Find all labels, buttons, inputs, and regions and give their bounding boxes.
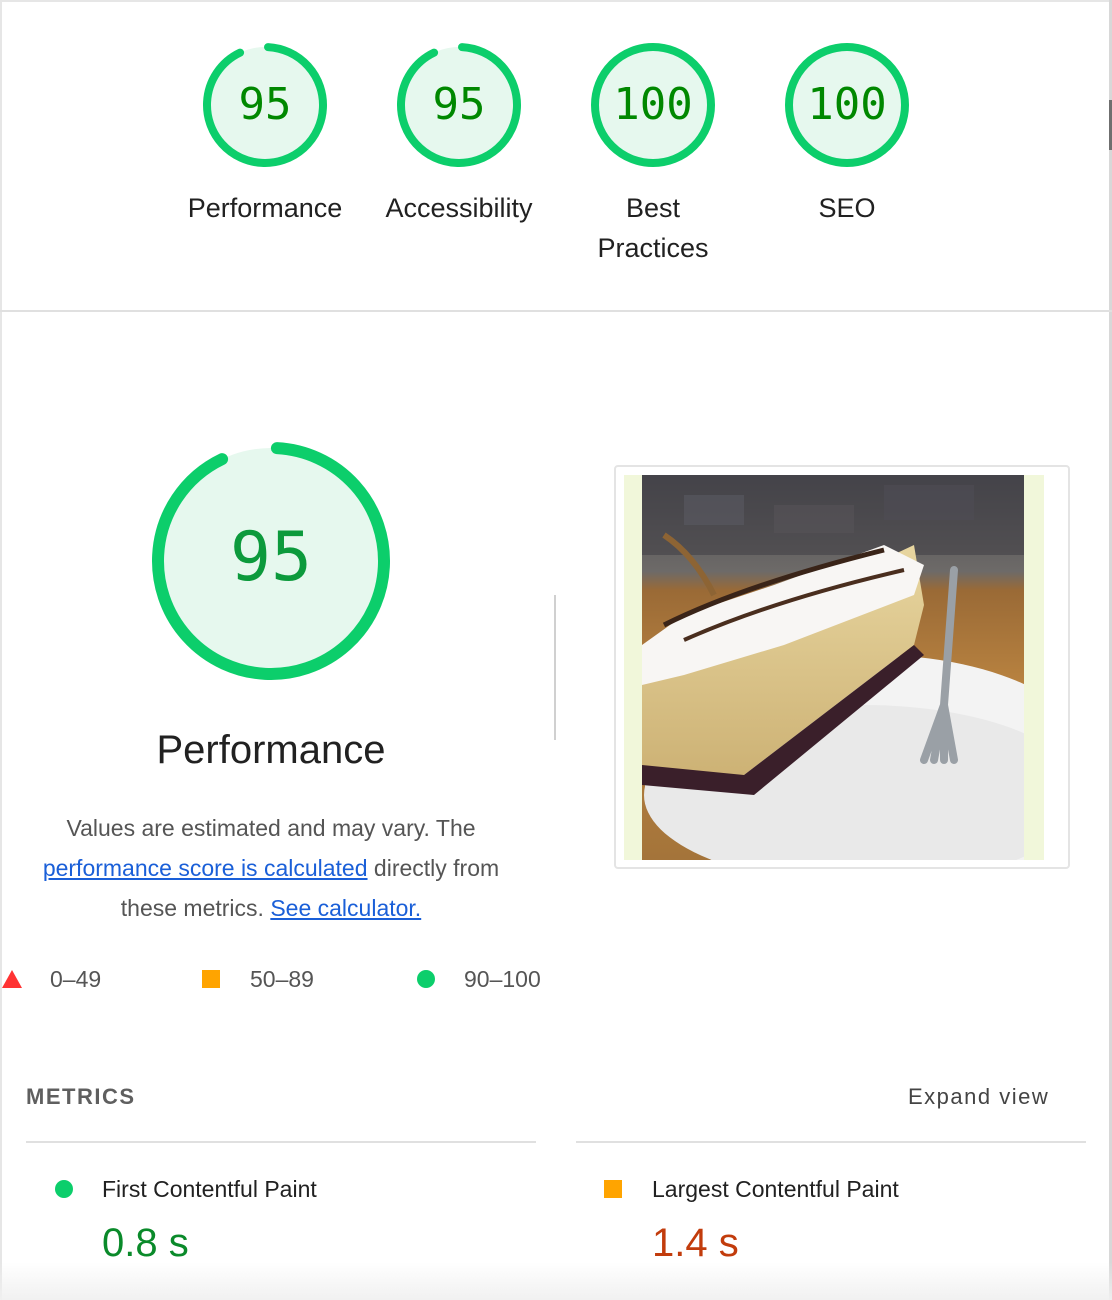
calculator-link[interactable]: See calculator. bbox=[270, 895, 421, 921]
gauge-label: SEO bbox=[818, 193, 876, 223]
legend-fail-label: 0–49 bbox=[50, 966, 102, 992]
cake-photo bbox=[624, 475, 1104, 895]
performance-description: Values are estimated and may vary. The p… bbox=[20, 808, 522, 928]
legend-pass: 90–100 bbox=[414, 962, 554, 996]
circle-icon bbox=[55, 1180, 73, 1198]
metrics-header: METRICS bbox=[26, 1084, 136, 1109]
legend-fail: 0–49 bbox=[0, 962, 130, 996]
screenshot-image bbox=[624, 475, 1104, 895]
triangle-icon bbox=[2, 970, 22, 988]
bottom-fade bbox=[0, 1262, 1112, 1300]
gauge-score: 100 bbox=[807, 79, 887, 130]
gauge-score: 100 bbox=[613, 79, 693, 130]
performance-gauge: 95 bbox=[150, 440, 392, 682]
gauge-accessibility[interactable]: 95 Accessibility bbox=[369, 40, 549, 228]
gauge-performance[interactable]: 95 Performance bbox=[175, 40, 355, 228]
metrics-divider-right bbox=[576, 1141, 1086, 1143]
legend-average: 50–89 bbox=[200, 962, 340, 996]
legend-average-label: 50–89 bbox=[250, 966, 314, 992]
expand-view-toggle[interactable]: Expand view bbox=[908, 1084, 1049, 1110]
circle-icon bbox=[417, 970, 435, 988]
metrics-divider-left bbox=[26, 1141, 536, 1143]
gauge-score: 95 bbox=[238, 79, 292, 130]
final-screenshot[interactable] bbox=[614, 465, 1104, 895]
gauge-best-practices[interactable]: 100 Best Practices bbox=[563, 40, 743, 268]
section-divider bbox=[0, 310, 1112, 312]
metric-value: 0.8 s bbox=[102, 1221, 189, 1265]
score-calculation-link[interactable]: performance score is calculated bbox=[43, 855, 368, 881]
legend-pass-label: 90–100 bbox=[464, 966, 541, 992]
gauge-score: 95 bbox=[432, 79, 486, 130]
gauge-label: Performance bbox=[187, 193, 343, 223]
gauge-seo[interactable]: 100 SEO bbox=[757, 40, 937, 228]
gauge-label: Best Practices bbox=[597, 193, 709, 263]
description-text-1: Values are estimated and may vary. The bbox=[66, 815, 476, 841]
performance-score: 95 bbox=[230, 518, 312, 597]
gauge-label: Accessibility bbox=[385, 193, 533, 223]
metric-value: 1.4 s bbox=[652, 1221, 739, 1265]
category-summary: 95 Performance 95 Accessibility 100 Best… bbox=[0, 0, 1112, 311]
vertical-divider bbox=[554, 595, 556, 740]
performance-title: Performance bbox=[156, 728, 386, 772]
metric-name: First Contentful Paint bbox=[102, 1176, 317, 1202]
square-icon bbox=[604, 1180, 622, 1198]
square-icon bbox=[202, 970, 220, 988]
metric-name: Largest Contentful Paint bbox=[652, 1176, 899, 1202]
